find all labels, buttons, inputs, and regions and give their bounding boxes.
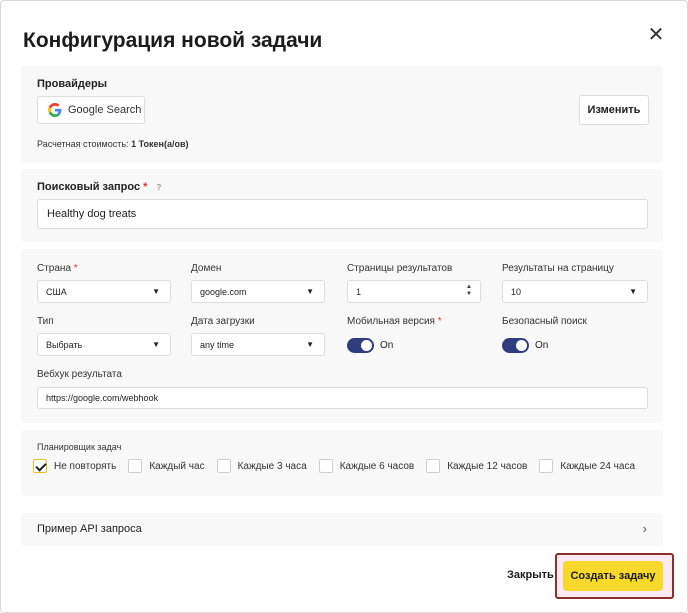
pages-value: 1	[356, 286, 362, 297]
required-mark: *	[73, 263, 78, 274]
date-select[interactable]: any time ▼	[191, 333, 325, 356]
caret-down-icon: ▼	[629, 287, 637, 296]
mobile-toggle-state: On	[380, 340, 394, 351]
api-example-row[interactable]: Пример API запроса ›	[21, 513, 663, 546]
country-select[interactable]: США ▼	[37, 280, 171, 303]
dialog-title: Конфигурация новой задачи	[23, 29, 323, 52]
caret-down-icon: ▼	[152, 287, 160, 296]
settings-section: Страна * США ▼ Домен google.com ▼ Страни…	[21, 249, 663, 423]
toggle-switch[interactable]	[347, 338, 374, 353]
chevron-right-icon: ›	[642, 521, 647, 536]
date-label: Дата загрузки	[191, 316, 255, 327]
domain-select[interactable]: google.com ▼	[191, 280, 325, 303]
schedule-option-label: Каждые 6 часов	[339, 460, 415, 472]
checkbox-checked[interactable]	[33, 459, 47, 473]
toggle-knob	[516, 340, 527, 351]
close-button[interactable]: Закрыть	[507, 569, 554, 581]
schedule-option-24h[interactable]: Каждые 24 часа	[539, 459, 635, 473]
search-query-input[interactable]: Healthy dog treats	[37, 199, 648, 229]
new-task-dialog: Конфигурация новой задачи ✕ Провайдеры G…	[0, 0, 688, 613]
caret-down-icon: ▼	[152, 340, 160, 349]
checkbox[interactable]	[426, 459, 441, 473]
schedule-option-label: Каждые 24 часа	[560, 460, 636, 472]
provider-name: Google Search	[68, 104, 142, 116]
schedule-option-label: Не повторять	[54, 460, 117, 472]
change-provider-button[interactable]: Изменить	[579, 95, 649, 125]
pages-label: Страницы результатов	[347, 263, 453, 274]
mobile-label: Мобильная версия *	[347, 316, 442, 327]
mobile-toggle[interactable]: On	[347, 338, 393, 353]
per-page-select[interactable]: 10 ▼	[502, 280, 648, 303]
checkbox[interactable]	[318, 459, 333, 473]
query-label: Поисковый запрос * ?	[37, 181, 161, 193]
required-mark: *	[437, 316, 442, 327]
scheduler-section: Планировщик задач Не повторять Каждый ча…	[21, 430, 663, 496]
schedule-option-3h[interactable]: Каждые 3 часа	[216, 459, 307, 473]
schedule-option-label: Каждые 3 часа	[237, 460, 307, 472]
schedule-option-label: Каждые 12 часов	[447, 460, 528, 472]
api-example-label: Пример API запроса	[37, 523, 142, 535]
per-page-value: 10	[511, 286, 522, 297]
provider-google-search[interactable]: Google Search	[37, 96, 145, 124]
estimated-cost: Расчетная стоимость: 1 Токен(а/ов)	[37, 139, 188, 149]
toggle-knob	[361, 340, 372, 351]
pages-stepper[interactable]: 1 ▲ ▼	[347, 280, 481, 303]
schedule-option-12h[interactable]: Каждые 12 часов	[426, 459, 527, 473]
cost-label: Расчетная стоимость:	[37, 139, 129, 149]
stepper-arrows-icon[interactable]: ▲ ▼	[466, 284, 472, 298]
providers-section: Провайдеры Google Search Изменить Расчет…	[21, 66, 663, 163]
checkbox[interactable]	[539, 459, 554, 473]
schedule-option-no-repeat[interactable]: Не повторять	[33, 459, 116, 473]
scheduler-label: Планировщик задач	[37, 442, 122, 452]
schedule-option-6h[interactable]: Каждые 6 часов	[318, 459, 415, 473]
query-section: Поисковый запрос * ? Healthy dog treats	[21, 169, 663, 242]
type-select[interactable]: Выбрать ▼	[37, 333, 171, 356]
webhook-label: Вебхук результата	[37, 369, 122, 380]
date-value: any time	[200, 339, 235, 350]
mobile-label-text: Мобильная версия	[347, 316, 435, 327]
required-mark: *	[143, 181, 148, 193]
caret-down-icon: ▼	[306, 340, 314, 349]
country-value: США	[46, 286, 67, 297]
create-task-button[interactable]: Создать задачу	[563, 561, 663, 591]
caret-down-icon: ▼	[306, 287, 314, 296]
per-page-label: Результаты на страницу	[502, 263, 614, 274]
google-icon	[48, 103, 62, 117]
safe-search-label: Безопасный поиск	[502, 316, 587, 327]
help-icon[interactable]: ?	[156, 183, 161, 192]
query-label-text: Поисковый запрос	[37, 181, 141, 193]
close-icon[interactable]: ✕	[646, 25, 666, 45]
providers-label: Провайдеры	[37, 78, 108, 90]
checkbox[interactable]	[128, 459, 143, 473]
safe-search-toggle[interactable]: On	[502, 338, 548, 353]
domain-value: google.com	[200, 286, 247, 297]
toggle-switch[interactable]	[502, 338, 529, 353]
type-label: Тип	[37, 316, 54, 327]
domain-label: Домен	[191, 263, 222, 274]
country-label-text: Страна	[37, 263, 72, 274]
type-value: Выбрать	[46, 339, 83, 350]
schedule-option-hourly[interactable]: Каждый час	[128, 459, 205, 473]
country-label: Страна *	[37, 263, 78, 274]
scheduler-options: Не повторять Каждый час Каждые 3 часа Ка…	[33, 459, 647, 473]
safe-search-toggle-state: On	[535, 340, 549, 351]
schedule-option-label: Каждый час	[149, 460, 205, 472]
cost-value: 1 Токен(а/ов)	[131, 139, 189, 149]
checkbox[interactable]	[216, 459, 231, 473]
webhook-input[interactable]: https://google.com/webhook	[37, 387, 648, 409]
